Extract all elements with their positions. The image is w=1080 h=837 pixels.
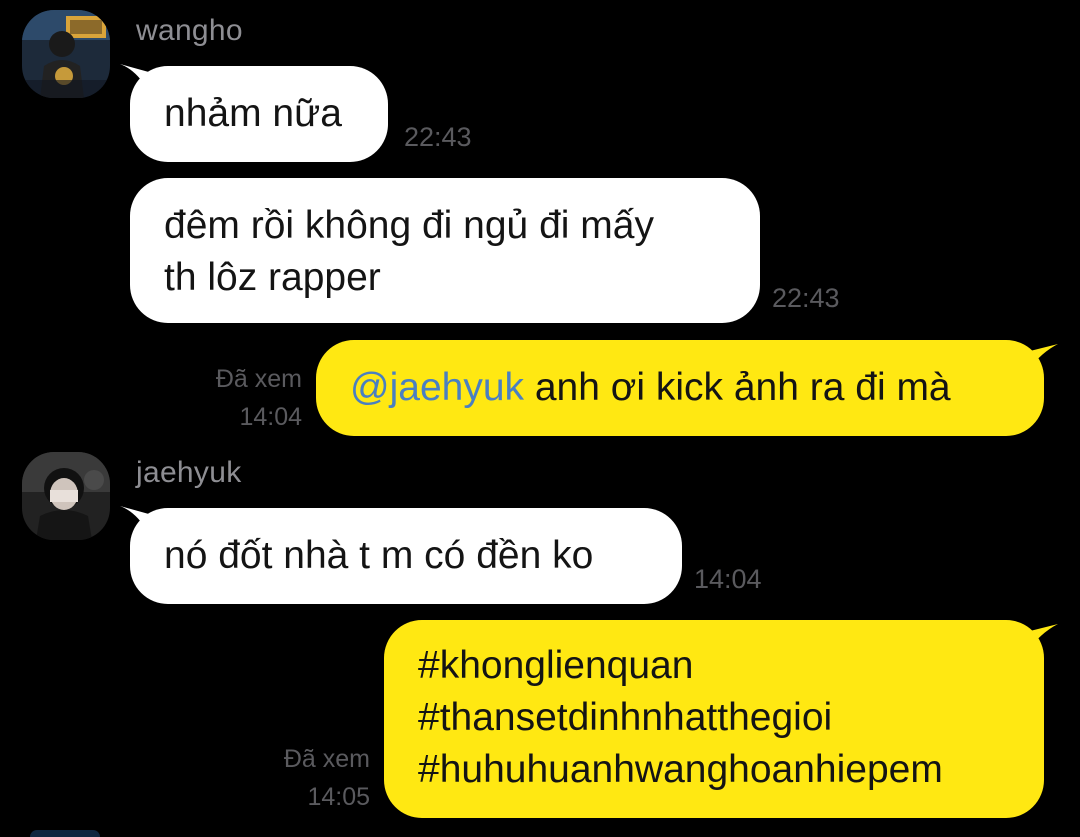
avatar-jaehyuk[interactable] xyxy=(22,452,110,540)
message-bubble-outgoing[interactable]: @jaehyuk anh ơi kick ảnh ra đi mà xyxy=(316,340,1044,436)
hashtag-line: #thansetdinhnhatthegioi xyxy=(418,696,833,739)
message-bubble-incoming[interactable]: nhảm nữa xyxy=(130,66,388,162)
avatar-photo-icon xyxy=(22,452,110,540)
read-status: Đã xem xyxy=(283,745,370,773)
sender-name-jaehyuk: jaehyuk xyxy=(136,456,242,489)
bubble-tail xyxy=(1018,624,1058,650)
message-time: 14:04 xyxy=(239,403,302,431)
message-bubble-incoming[interactable]: đêm rồi không đi ngủ đi mấy th lôz rappe… xyxy=(130,178,760,323)
message-time: 22:43 xyxy=(772,283,840,313)
message-text: anh ơi kick ảnh ra đi mà xyxy=(524,366,951,409)
message-time: 14:05 xyxy=(307,783,370,811)
hashtag-line: #huhuhuanhwanghoanhiepem xyxy=(418,748,943,791)
message-text-line: th lôz rapper xyxy=(164,256,381,299)
message-time: 14:04 xyxy=(694,564,762,594)
message-time: 22:43 xyxy=(404,122,472,152)
read-status: Đã xem xyxy=(215,365,302,393)
message-text: nó đốt nhà t m có đền ko xyxy=(164,534,594,577)
message-text: nhảm nữa xyxy=(164,92,342,135)
message-meta: Đã xem 14:05 xyxy=(258,740,370,816)
bubble-tail xyxy=(1018,344,1058,370)
sender-name-wangho: wangho xyxy=(136,14,243,47)
hashtag-line: #khonglienquan xyxy=(418,644,694,687)
avatar-wangho[interactable] xyxy=(22,10,110,98)
message-meta: Đã xem 14:04 xyxy=(190,360,302,436)
message-bubble-incoming[interactable]: nó đốt nhà t m có đền ko xyxy=(130,508,682,604)
mention-link[interactable]: @jaehyuk xyxy=(350,366,524,409)
chat-thread[interactable]: wangho nhảm nữa 22:43 đêm rồi không đi n… xyxy=(0,0,1080,837)
message-bubble-outgoing[interactable]: #khonglienquan #thansetdinhnhatthegioi #… xyxy=(384,620,1044,818)
avatar-photo-icon xyxy=(22,10,110,98)
message-text-line: đêm rồi không đi ngủ đi mấy xyxy=(164,204,654,247)
avatar-partial xyxy=(30,830,100,837)
